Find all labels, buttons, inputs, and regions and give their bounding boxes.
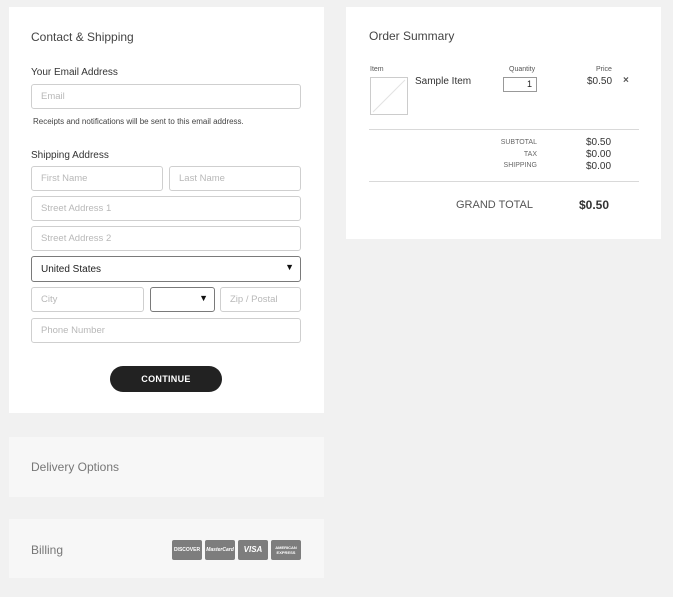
subtotal-label: SUBTOTAL (500, 139, 537, 146)
grand-total-label: GRAND TOTAL (456, 199, 534, 211)
shipping-address-label: Shipping Address (31, 150, 109, 161)
city-field[interactable] (31, 287, 144, 312)
email-label: Your Email Address (31, 67, 118, 78)
price-column-header: Price (596, 66, 612, 73)
email-field[interactable] (31, 84, 301, 109)
first-name-field[interactable] (31, 166, 163, 191)
shipping-label: SHIPPING (503, 162, 537, 169)
mastercard-card-icon: MasterCard (205, 540, 235, 560)
tax-label: TAX (523, 151, 537, 158)
street-address-2-field[interactable] (31, 226, 301, 251)
item-thumbnail (370, 77, 408, 115)
totals-divider (369, 181, 639, 182)
grand-total-value: $0.50 (579, 198, 610, 212)
email-note: Receipts and notifications will be sent … (33, 117, 244, 126)
tax-value: $0.00 (586, 149, 612, 160)
phone-number-field[interactable] (31, 318, 301, 343)
item-column-header: Item (370, 66, 384, 73)
last-name-field[interactable] (169, 166, 301, 191)
country-value: United States (41, 264, 102, 275)
subtotal-value: $0.50 (586, 137, 612, 148)
chevron-down-icon: ▼ (199, 293, 208, 303)
visa-card-icon: VISA (238, 540, 268, 560)
discover-card-icon: DISCOVER (172, 540, 202, 560)
shipping-value: $0.00 (586, 161, 612, 172)
billing-title: Billing (31, 543, 64, 557)
contact-shipping-title: Contact & Shipping (31, 30, 134, 44)
street-address-1-field[interactable] (31, 196, 301, 221)
order-summary-title: Order Summary (369, 29, 455, 43)
quantity-column-header: Quantity (509, 66, 536, 73)
chevron-down-icon: ▼ (285, 262, 294, 272)
continue-button[interactable]: CONTINUE (110, 366, 222, 392)
amex-card-icon: AMERICAN EXPRESS (271, 540, 301, 560)
quantity-input[interactable]: 1 (503, 77, 537, 92)
state-select[interactable]: ▼ (150, 287, 215, 312)
delivery-options-title: Delivery Options (31, 460, 120, 474)
remove-item-icon[interactable]: × (623, 75, 629, 86)
zip-field[interactable] (220, 287, 301, 312)
item-price: $0.50 (587, 76, 613, 87)
country-select[interactable]: United States ▼ (31, 256, 301, 282)
item-name: Sample Item (415, 76, 472, 87)
summary-divider (369, 129, 639, 130)
